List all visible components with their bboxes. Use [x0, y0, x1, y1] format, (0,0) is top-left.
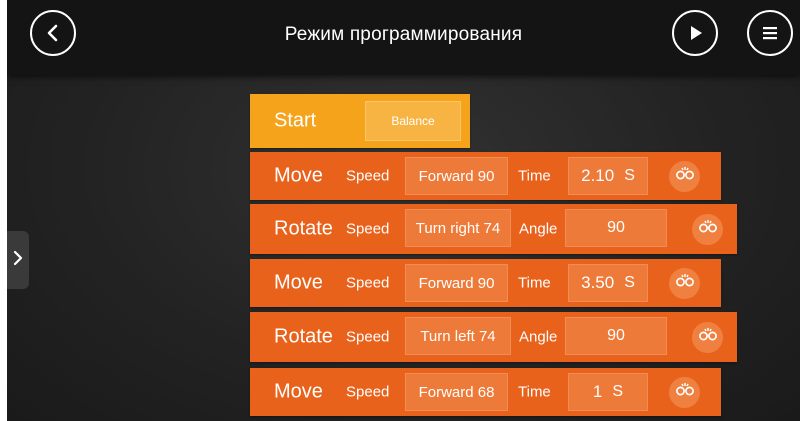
menu-button[interactable] — [747, 10, 793, 56]
speed-field[interactable]: Turn left 74 — [405, 317, 511, 355]
param-label: Time — [518, 274, 551, 292]
time-value: 2.10 — [581, 166, 615, 185]
time-field[interactable]: 3.50 S — [568, 264, 648, 302]
speed-field[interactable]: Forward 68 — [405, 373, 508, 411]
start-block[interactable]: Start Balance — [250, 94, 470, 148]
speed-label: Speed — [346, 383, 390, 401]
block-type-label: Rotate — [274, 217, 333, 240]
command-block-1[interactable]: Move Speed Forward 90 Time 2.10 S — [250, 152, 721, 200]
angle-value: 90 — [607, 219, 625, 236]
speed-label: Speed — [346, 328, 390, 346]
time-unit: S — [624, 167, 635, 184]
play-icon — [685, 23, 705, 43]
param-label: Angle — [519, 220, 558, 238]
menu-icon — [760, 23, 780, 43]
time-value: 3.50 — [581, 273, 615, 292]
time-unit: S — [624, 274, 635, 291]
time-value: 1 — [592, 382, 603, 401]
block-type-label: Move — [274, 380, 323, 403]
start-mode-field[interactable]: Balance — [365, 101, 461, 141]
top-bar: Режим программирования — [7, 0, 800, 75]
speed-label: Speed — [346, 167, 390, 185]
time-field[interactable]: 1 S — [568, 373, 648, 411]
speed-label: Speed — [346, 274, 390, 292]
time-unit: S — [612, 383, 624, 400]
start-label: Start — [274, 109, 317, 132]
speed-field[interactable]: Forward 90 — [405, 264, 508, 302]
programming-screen: Режим программирования Start Balance Mov… — [7, 0, 800, 421]
speed-field[interactable]: Forward 90 — [405, 157, 508, 195]
block-settings-button[interactable] — [692, 214, 723, 245]
robot-face-icon — [675, 273, 695, 294]
block-settings-button[interactable] — [669, 161, 700, 192]
side-panel-toggle[interactable] — [7, 231, 29, 289]
speed-label: Speed — [346, 220, 390, 238]
angle-field[interactable]: 90 — [565, 209, 667, 247]
param-label: Time — [518, 383, 551, 401]
block-settings-button[interactable] — [669, 268, 700, 299]
angle-field[interactable]: 90 — [565, 317, 667, 355]
param-label: Time — [518, 167, 551, 185]
angle-value: 90 — [607, 327, 625, 344]
robot-face-icon — [675, 382, 695, 403]
expand-chevron-icon — [13, 250, 23, 271]
play-button[interactable] — [672, 10, 718, 56]
robot-face-icon — [698, 219, 718, 240]
block-type-label: Rotate — [274, 325, 333, 348]
speed-field[interactable]: Turn right 74 — [405, 209, 511, 247]
block-type-label: Move — [274, 164, 323, 187]
command-block-5[interactable]: Move Speed Forward 68 Time 1 S — [250, 368, 721, 416]
command-block-2[interactable]: Rotate Speed Turn right 74 Angle 90 — [250, 204, 737, 254]
block-settings-button[interactable] — [669, 377, 700, 408]
robot-face-icon — [698, 327, 718, 348]
time-field[interactable]: 2.10 S — [568, 157, 648, 195]
block-settings-button[interactable] — [692, 322, 723, 353]
param-label: Angle — [519, 328, 558, 346]
block-type-label: Move — [274, 271, 323, 294]
command-block-4[interactable]: Rotate Speed Turn left 74 Angle 90 — [250, 312, 737, 362]
robot-face-icon — [675, 166, 695, 187]
command-block-3[interactable]: Move Speed Forward 90 Time 3.50 S — [250, 259, 721, 307]
